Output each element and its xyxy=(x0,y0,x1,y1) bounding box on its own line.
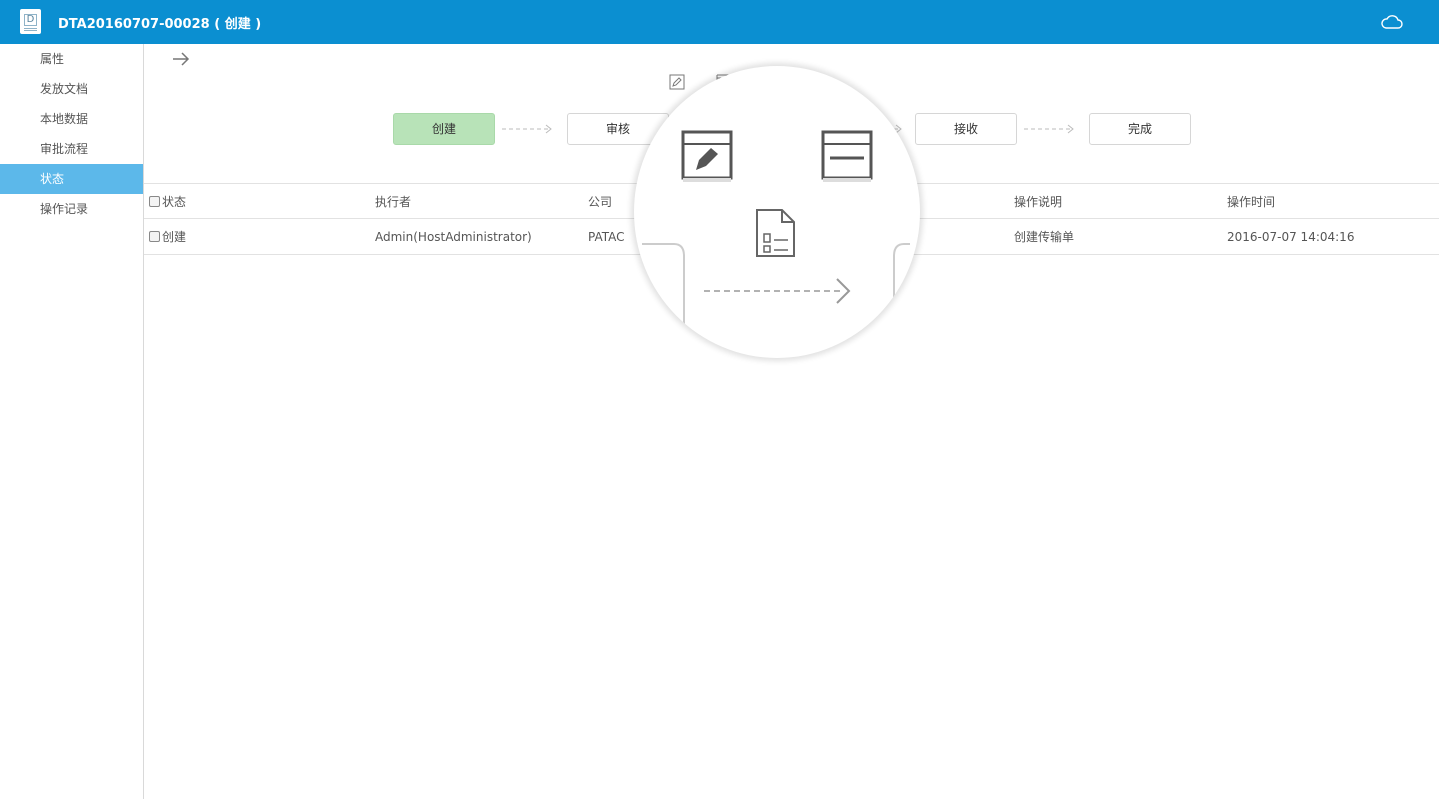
column-header-executor: 执行者 xyxy=(375,195,412,209)
forward-arrow-icon[interactable] xyxy=(171,50,191,68)
row-description: 创建传输单 xyxy=(1014,230,1075,244)
magnified-document-icon xyxy=(756,209,795,257)
column-header-status: 状态 xyxy=(162,195,187,209)
cloud-icon[interactable] xyxy=(1380,12,1404,32)
magnified-minimize-icon xyxy=(821,130,873,182)
edit-icon[interactable] xyxy=(669,74,685,90)
document-icon: D xyxy=(20,9,41,34)
row-status: 创建 xyxy=(162,230,187,244)
row-time: 2016-07-07 14:04:16 xyxy=(1227,230,1355,244)
sidebar-item-status[interactable]: 状态 xyxy=(0,164,143,194)
row-checkbox[interactable] xyxy=(149,231,160,242)
step-arrow-icon xyxy=(502,124,552,134)
step-arrow-icon xyxy=(1024,124,1074,134)
row-company: PATAC xyxy=(588,230,625,244)
row-executor: Admin(HostAdministrator) xyxy=(375,230,532,244)
magnified-toolbar xyxy=(642,130,910,358)
app-header: D DTA20160707-00028 ( 创建 ) xyxy=(0,0,1439,44)
column-header-description: 操作说明 xyxy=(1014,195,1063,209)
step-receive[interactable]: 接收 xyxy=(915,113,1017,145)
document-icon-letter: D xyxy=(24,14,37,26)
magnifier-overlay xyxy=(634,66,920,358)
row-status-cell: 创建 xyxy=(149,219,186,255)
sidebar-item-local-data[interactable]: 本地数据 xyxy=(0,104,143,134)
column-header-company: 公司 xyxy=(588,195,613,209)
magnified-edit-icon xyxy=(681,130,733,182)
header-status-cell: 状态 xyxy=(149,184,186,220)
sidebar-item-released-documents[interactable]: 发放文档 xyxy=(0,74,143,104)
column-header-time: 操作时间 xyxy=(1227,195,1276,209)
page-title: DTA20160707-00028 ( 创建 ) xyxy=(58,17,262,32)
sidebar: 属性 发放文档 本地数据 审批流程 状态 操作记录 xyxy=(0,44,144,799)
sidebar-item-properties[interactable]: 属性 xyxy=(0,44,143,74)
step-create[interactable]: 创建 xyxy=(393,113,495,145)
sidebar-item-approval-flow[interactable]: 审批流程 xyxy=(0,134,143,164)
select-all-checkbox[interactable] xyxy=(149,196,160,207)
sidebar-item-operation-log[interactable]: 操作记录 xyxy=(0,194,143,224)
step-complete[interactable]: 完成 xyxy=(1089,113,1191,145)
